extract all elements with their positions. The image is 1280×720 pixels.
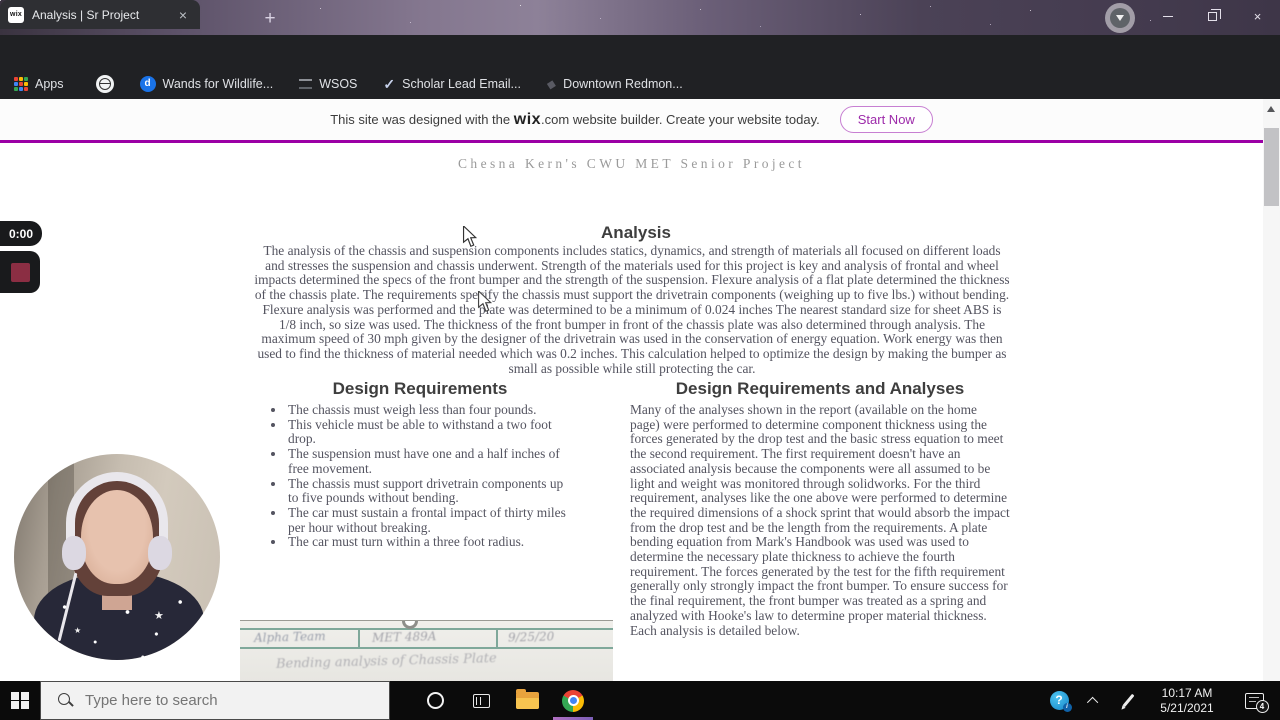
handwriting: MET 489A xyxy=(371,629,437,645)
analysis-paragraph: The analysis of the chassis and suspensi… xyxy=(254,243,1010,376)
bookmark-item[interactable]: WSOS xyxy=(299,77,357,91)
webcam-bubble[interactable]: ★ ★ xyxy=(14,454,220,660)
search-input[interactable] xyxy=(85,692,345,709)
help-icon: ? i xyxy=(1049,691,1072,712)
list-item: The car must sustain a frontal impact of… xyxy=(286,505,576,535)
stop-icon xyxy=(10,262,30,282)
list-item: The suspension must have one and a half … xyxy=(286,446,576,476)
window-restore-button[interactable] xyxy=(1190,0,1235,33)
scrollbar-thumb[interactable] xyxy=(1264,128,1279,206)
accent-divider xyxy=(0,140,1263,143)
list-item: The chassis must support drivetrain comp… xyxy=(286,476,576,506)
task-view-button[interactable] xyxy=(458,681,504,720)
handwriting: 9/25/20 xyxy=(507,629,555,645)
cortana-icon xyxy=(426,692,444,709)
window-close-button[interactable]: × xyxy=(1235,0,1280,33)
handwritten-notes-image: Alpha Team MET 489A 9/25/20 Bending anal… xyxy=(240,620,613,681)
paper-divider xyxy=(496,629,498,647)
banner-text-before: This site was designed with the xyxy=(330,111,511,127)
browser-tab[interactable]: wix Analysis | Sr Project × xyxy=(0,0,200,29)
new-tab-button[interactable]: + xyxy=(258,8,282,32)
tray-expand-button[interactable] xyxy=(1078,681,1110,720)
screen: wix Analysis | Sr Project × + × ← → ↻ ch… xyxy=(0,0,1280,720)
scroll-up-arrow[interactable] xyxy=(1267,106,1275,112)
system-tray: ? i 10:17 AM 5/21/2021 4 xyxy=(1040,681,1280,720)
site-title: Chesna Kern's CWU MET Senior Project xyxy=(458,156,805,171)
shirt-star: ★ xyxy=(74,626,82,635)
recording-timer: 0:00 xyxy=(0,221,42,246)
wix-banner: This site was designed with the wix.com … xyxy=(0,99,1263,140)
recorder-arrow-icon xyxy=(1110,8,1130,28)
shirt-star: ★ xyxy=(154,610,164,622)
handwriting: Bending analysis of Chassis Plate xyxy=(275,651,497,672)
stop-recording-button[interactable] xyxy=(0,251,40,293)
globe-icon xyxy=(95,75,114,93)
file-explorer-button[interactable] xyxy=(504,681,550,720)
bookmark-globe[interactable] xyxy=(90,75,114,93)
windows-logo-icon xyxy=(11,691,29,710)
mouse-cursor-ghost xyxy=(477,291,494,313)
cortana-button[interactable] xyxy=(412,681,458,720)
start-now-button[interactable]: Start Now xyxy=(839,106,933,133)
right-column-heading: Design Requirements and Analyses xyxy=(675,379,965,398)
clock-date: 5/21/2021 xyxy=(1160,700,1214,715)
design-requirements-column: Design Requirements The chassis must wei… xyxy=(264,379,576,638)
mouse-cursor xyxy=(462,226,479,248)
bookmark-favicon: d xyxy=(139,76,156,92)
action-center-button[interactable]: 4 xyxy=(1228,681,1280,720)
apps-grid-icon xyxy=(14,77,28,91)
page-scrollbar[interactable] xyxy=(1263,99,1280,681)
banner-text-after: .com website builder. Create your websit… xyxy=(541,111,820,127)
check-icon: ✓ xyxy=(383,75,396,92)
wallpaper-stars xyxy=(0,0,1,1)
chrome-taskbar-button[interactable] xyxy=(550,681,596,720)
get-help-tray-icon[interactable]: ? i xyxy=(1040,681,1078,720)
notification-icon: 4 xyxy=(1244,692,1269,713)
notification-badge: 4 xyxy=(1255,699,1269,713)
analyses-paragraph: Many of the analyses shown in the report… xyxy=(630,402,1010,638)
window-minimize-button[interactable] xyxy=(1145,0,1190,33)
left-column-heading: Design Requirements xyxy=(332,379,508,398)
task-view-icon xyxy=(472,693,490,708)
windows-ink-button[interactable] xyxy=(1110,681,1146,720)
screen-recorder-bubble[interactable] xyxy=(1105,3,1135,33)
bookmark-item[interactable]: d Wands for Wildlife... xyxy=(139,76,273,92)
chevron-up-icon xyxy=(1086,696,1099,708)
tab-title: Analysis | Sr Project xyxy=(32,7,140,22)
tab-close-icon[interactable]: × xyxy=(174,6,192,24)
requirements-list: The chassis must weigh less than four po… xyxy=(286,402,576,550)
headphone-cup xyxy=(148,536,172,570)
windows-taskbar: ?i 10:17 AM 5/21/2021 4 xyxy=(0,681,1280,720)
search-icon xyxy=(57,692,75,710)
start-button[interactable] xyxy=(0,681,40,720)
diamond-icon: ◆ xyxy=(545,76,558,92)
folder-icon xyxy=(515,689,539,709)
bookmark-item[interactable]: ✓ Scholar Lead Email... xyxy=(383,76,521,93)
tab-strip: wix Analysis | Sr Project × + × xyxy=(0,0,1280,35)
paper-line xyxy=(240,647,613,649)
headphone-cup xyxy=(62,536,86,570)
clock-time: 10:17 AM xyxy=(1161,685,1213,700)
list-item: This vehicle must be able to withstand a… xyxy=(286,417,576,447)
browser-toolbar: ← → ↻ chesna13kern.wixsite.com/sr-projec… xyxy=(0,35,1280,101)
bookmarks-bar: Apps d Wands for Wildlife... WSOS ✓ Scho… xyxy=(0,69,1280,99)
taskbar-search[interactable] xyxy=(40,681,390,720)
bookmark-item[interactable]: ◆ Downtown Redmon... xyxy=(545,76,683,92)
handwriting: Alpha Team xyxy=(253,629,326,645)
wix-favicon: wix xyxy=(8,6,24,23)
list-item: The chassis must weigh less than four po… xyxy=(286,402,576,418)
list-item: The car must turn within a three foot ra… xyxy=(286,535,576,550)
pen-icon xyxy=(1122,693,1134,708)
two-column-section: Design Requirements The chassis must wei… xyxy=(254,379,1010,638)
wix-logo: wix xyxy=(513,110,542,128)
analyses-column: Design Requirements and Analyses Many of… xyxy=(630,379,1010,638)
apps-shortcut[interactable]: Apps xyxy=(0,77,64,91)
taskbar-clock[interactable]: 10:17 AM 5/21/2021 xyxy=(1146,686,1228,716)
chrome-icon xyxy=(562,689,584,712)
page-heading: Analysis xyxy=(601,223,671,242)
bookmark-favicon xyxy=(299,79,313,89)
paper-divider xyxy=(358,629,360,647)
